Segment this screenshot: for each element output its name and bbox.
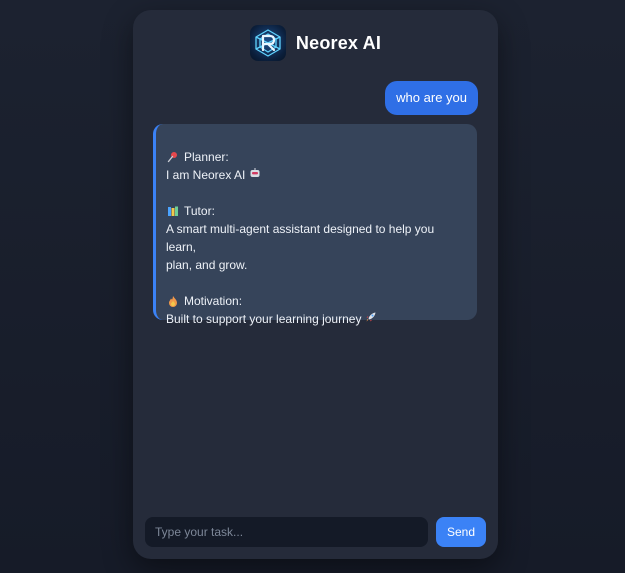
bot-message: Planner: I am Neorex AI Tutor: A smart m… — [153, 124, 477, 326]
app-title: Neorex AI — [295, 32, 382, 53]
tutor-section: Tutor: A smart multi-agent assistant des… — [166, 202, 467, 274]
planner-text: I am Neorex AI — [166, 168, 246, 182]
rocket-icon — [365, 311, 378, 324]
chat-header: Neorex AI — [133, 24, 498, 62]
task-input[interactable] — [145, 517, 428, 547]
pushpin-icon — [166, 151, 179, 164]
composer: Send — [145, 517, 486, 547]
fire-icon — [166, 295, 179, 308]
tutor-text-line-1: A smart multi-agent assistant designed t… — [166, 222, 435, 254]
planner-heading: Planner: — [184, 150, 229, 164]
tutor-heading: Tutor: — [184, 204, 215, 218]
chat-window: Neorex AI who are you Planner: I am Neor… — [133, 10, 498, 559]
planner-section: Planner: I am Neorex AI — [166, 148, 467, 184]
user-message: who are you — [385, 81, 478, 115]
motivation-section: Motivation: Built to support your learni… — [166, 292, 467, 328]
books-icon — [166, 205, 179, 218]
motivation-heading: Motivation: — [184, 294, 243, 308]
neorex-logo-icon — [249, 25, 286, 61]
tutor-text-line-2: plan, and grow. — [166, 258, 248, 272]
motivation-text: Built to support your learning journey — [166, 312, 362, 326]
robot-icon — [249, 167, 262, 180]
send-button[interactable]: Send — [436, 517, 486, 547]
